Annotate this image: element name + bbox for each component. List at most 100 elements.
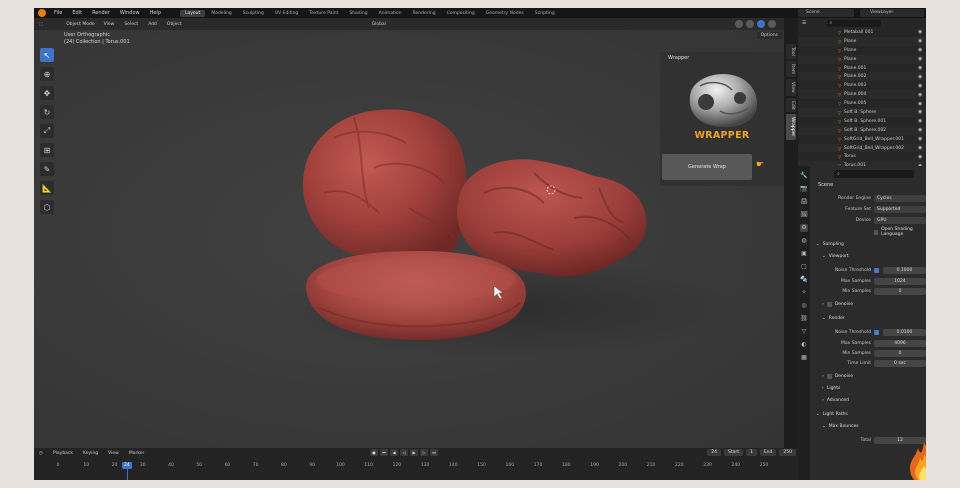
render-props-icon[interactable]: 📷 [800,185,808,193]
r-noise-threshold-checkbox[interactable] [874,330,879,335]
viewport-subpanel-header[interactable]: ⌄ Viewport [822,254,849,259]
r-noise-threshold-field[interactable]: 0.0100 [883,329,926,336]
sidebar-tab-edit[interactable]: Edit [786,97,796,113]
feature-set-dropdown[interactable]: Supported [874,206,926,213]
transform-tool[interactable]: ⊞ [40,143,54,157]
outliner-row[interactable]: ▽ Plane ◉ [798,46,926,55]
visibility-eye-icon[interactable]: ◉ [918,83,922,89]
tab-modeling[interactable]: Modeling [206,10,236,17]
visibility-eye-icon[interactable]: ◉ [918,101,922,107]
3d-viewport[interactable]: ⬚ Object Mode View Select Add Object Glo… [34,18,784,448]
outliner-row[interactable]: ▽ Plane.002 ◉ [798,72,926,82]
scene-props-icon[interactable]: ⚙ [800,224,808,232]
world-props-icon[interactable]: ◍ [800,237,808,245]
play-reverse-button[interactable]: ◁ [400,449,408,456]
r-time-limit-field[interactable]: 0 sec [874,360,926,367]
next-key-button[interactable]: ▷ [420,449,428,456]
osl-checkbox[interactable] [874,229,879,235]
generate-wrap-button[interactable]: Generate Wrap [662,154,752,180]
vp-noise-threshold-checkbox[interactable] [874,268,879,273]
outliner-row[interactable]: ▽ SoftGrid_Bell_Wrapper.002 ◉ [798,143,926,153]
visibility-eye-icon[interactable]: ◉ [918,118,922,124]
tab-sculpting[interactable]: Sculpting [238,10,269,17]
tab-scripting[interactable]: Scripting [530,10,560,17]
output-props-icon[interactable]: 🖨 [800,198,808,206]
menu-add[interactable]: Add [143,22,162,27]
object-props-icon[interactable]: ▢ [800,263,808,271]
transform-orientation[interactable]: Global [367,22,391,27]
outliner-row[interactable]: ▽ SoftGrid_Bell_Wrapper.001 ◉ [798,135,926,144]
end-frame-field[interactable]: 250 [779,449,796,456]
particles-props-icon[interactable]: ✧ [800,289,808,297]
visibility-eye-icon[interactable]: ◉ [918,74,922,80]
sampling-panel-header[interactable]: ⌄ Sampling [816,242,844,247]
max-bounces-header[interactable]: ⌄ Max Bounces [822,424,859,429]
scene-selector[interactable]: Scene [798,9,854,17]
constraints-props-icon[interactable]: ⛓ [800,315,808,323]
tab-texture-paint[interactable]: Texture Paint [304,10,343,17]
vp-noise-threshold-field[interactable]: 0.1000 [883,267,926,274]
visibility-eye-icon[interactable]: ◉ [918,136,922,142]
start-frame-field[interactable]: 1 [745,449,757,456]
vp-max-samples-field[interactable]: 1024 [874,278,926,285]
current-frame-indicator[interactable]: 24 [122,462,132,469]
select-box-tool[interactable]: ↖ [40,48,54,62]
tab-uv-editing[interactable]: UV Editing [270,10,303,17]
visibility-eye-icon[interactable]: ◉ [918,56,922,62]
menu-select[interactable]: Select [119,22,143,27]
move-tool[interactable]: ✥ [40,86,54,100]
tab-compositing[interactable]: Compositing [442,10,480,17]
rotate-tool[interactable]: ↻ [40,105,54,119]
menu-marker[interactable]: Marker [124,451,150,456]
menu-keying[interactable]: Keying [78,451,103,456]
device-dropdown[interactable]: GPU [874,217,926,224]
vp-denoise-checkbox[interactable] [826,302,832,307]
rendered-shading-button[interactable] [768,20,776,28]
playhead-line[interactable] [127,469,128,480]
outliner-row[interactable]: ▽ Soft B. Sphere ◉ [798,108,926,117]
solid-shading-button[interactable] [746,20,754,28]
outliner-editor-icon[interactable]: ☰ [802,20,806,26]
current-frame-field[interactable]: 24 [707,449,721,456]
menu-render[interactable]: Render [87,10,115,16]
tab-rendering[interactable]: Rendering [408,10,441,17]
outliner-row[interactable]: ▽ Plane ◉ [798,54,926,64]
collection-props-icon[interactable]: ▣ [800,250,808,258]
tab-animation[interactable]: Animation [374,10,407,17]
menu-window[interactable]: Window [115,10,145,16]
modifier-props-icon[interactable]: 🔩 [800,276,808,284]
sidebar-tab-item[interactable]: Item [786,60,796,77]
light-paths-header[interactable]: ⌄ Light Paths [816,412,848,417]
outliner-row[interactable]: ▽ Torus ◉ [798,152,926,161]
scale-tool[interactable]: ⤢ [40,124,54,138]
r-min-samples-field[interactable]: 0 [874,350,926,357]
tab-shading[interactable]: Shading [344,10,372,17]
menu-file[interactable]: File [49,10,67,16]
visibility-eye-icon[interactable]: ◉ [918,127,922,133]
vp-min-samples-field[interactable]: 0 [874,288,926,295]
visibility-eye-icon[interactable]: ◉ [918,29,922,35]
cursor-tool[interactable]: ⊕ [40,67,54,81]
frame-ruler[interactable]: 0 10 20 30 40 50 60 70 80 90 100 110 120 130 140 150 160… [34,460,798,480]
play-button[interactable]: ▶ [410,449,418,456]
data-props-icon[interactable]: ▽ [800,328,808,336]
menu-help[interactable]: Help [145,10,166,16]
options-button[interactable]: Options [756,32,782,39]
properties-search-input[interactable]: ⌕ [834,170,914,178]
add-cube-tool[interactable]: ⬡ [40,200,54,214]
visibility-eye-icon[interactable]: ◉ [918,154,922,160]
material-props-icon[interactable]: ◐ [800,341,808,349]
r-denoise-header[interactable]: › Denoise [822,374,853,379]
tool-props-icon[interactable]: 🔧 [800,172,808,180]
jump-end-button[interactable]: ⏭ [430,449,438,456]
sidebar-tab-tool[interactable]: Tool [786,44,796,59]
tab-geometry-nodes[interactable]: Geometry Nodes [481,10,529,17]
menu-object[interactable]: Object [162,22,187,27]
menu-playback[interactable]: Playback [48,451,78,456]
outliner-row[interactable]: ▽ Metaball.001 ◉ [798,28,926,37]
visibility-eye-icon[interactable]: ◉ [918,92,922,98]
view-layer-props-icon[interactable]: 🖼 [800,211,808,219]
physics-props-icon[interactable]: ◎ [800,302,808,310]
render-engine-dropdown[interactable]: Cycles [874,195,926,202]
outliner-row[interactable]: ▽ Plane ◉ [798,36,926,46]
